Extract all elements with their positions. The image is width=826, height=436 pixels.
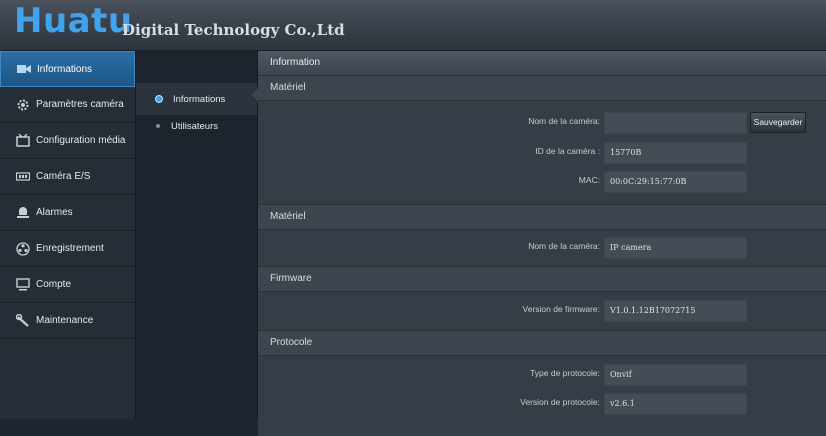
sidebar-item-label: Paramètres caméra [36, 99, 124, 110]
subnav-item-informations[interactable]: Informations [136, 83, 257, 115]
field-camera-name: Nom de la caméra: Sauvegarder [258, 112, 826, 134]
sidebar-item-label: Maintenance [36, 315, 94, 326]
subnav-item-users[interactable]: Utilisateurs [136, 115, 257, 137]
sidebar-item-alarms[interactable]: Alarmes [0, 195, 135, 231]
brand-logo: Huatu [14, 1, 133, 41]
field-mac: MAC: 00:0C:29:15:77:0B [258, 171, 826, 193]
sidebar-item-media-config[interactable]: Configuration média [0, 123, 135, 159]
section-protocol: Type de protocole: Onvif Version de prot… [258, 356, 826, 436]
protocol-type-value: Onvif [604, 364, 747, 386]
sidebar-item-label: Configuration média [36, 135, 126, 146]
section-title-protocol: Protocole [258, 331, 826, 356]
subnav-item-label: Utilisateurs [171, 120, 218, 132]
wrench-icon [16, 313, 30, 328]
camera-name-value: IP camera [604, 237, 747, 259]
io-port-icon [16, 170, 30, 184]
section-title-firmware: Firmware [258, 267, 826, 292]
field-camera-id: ID de la caméra : 15770B [258, 142, 826, 164]
record-icon [16, 241, 30, 256]
sidebar-item-label: Caméra E/S [36, 171, 91, 182]
section-title-hardware-2: Matériel [258, 205, 826, 230]
header: Huatu Digital Technology Co.,Ltd [0, 0, 826, 51]
section-title-hardware: Matériel [258, 76, 826, 101]
save-button[interactable]: Sauvegarder [750, 112, 806, 133]
page-title: Information [258, 51, 826, 76]
sidebar-item-label: Enregistrement [36, 243, 104, 254]
sidebar: Informations Paramètres caméra Configura… [0, 51, 136, 419]
bell-icon [16, 206, 30, 220]
sidebar-item-maintenance[interactable]: Maintenance [0, 303, 135, 339]
field-camera-name-2: Nom de la caméra: IP camera [258, 237, 826, 259]
brand-company-name: Digital Technology Co.,Ltd [122, 21, 345, 39]
bullet-icon [156, 124, 160, 128]
field-protocol-version: Version de protocole: v2.6.1 [258, 393, 826, 415]
camera-name-input[interactable] [604, 112, 747, 134]
section-firmware: Version de firmware: V1.0.1.12B17072715 [258, 292, 826, 331]
field-protocol-type: Type de protocole: Onvif [258, 364, 826, 386]
monitor-icon [16, 278, 30, 292]
field-label: ID de la caméra : [535, 146, 600, 156]
field-label: Nom de la caméra: [528, 116, 600, 126]
field-label: Version de firmware: [522, 304, 600, 314]
bullet-icon [155, 95, 163, 103]
sidebar-item-label: Alarmes [36, 207, 73, 218]
camera-id-value: 15770B [604, 142, 747, 164]
sidebar-item-informations[interactable]: Informations [0, 51, 135, 87]
sidebar-item-account[interactable]: Compte [0, 267, 135, 303]
section-hardware: Nom de la caméra: Sauvegarder ID de la c… [258, 101, 826, 205]
section-hardware-2: Nom de la caméra: IP camera [258, 230, 826, 267]
firmware-version-value: V1.0.1.12B17072715 [604, 300, 747, 322]
subnav-item-label: Informations [173, 93, 226, 105]
field-label: Version de protocole: [520, 397, 600, 407]
sidebar-item-label: Compte [36, 279, 72, 290]
field-label: Nom de la caméra: [528, 241, 600, 251]
sidebar-item-label: Informations [37, 63, 93, 75]
sidebar-item-recording[interactable]: Enregistrement [0, 231, 135, 267]
mac-value: 00:0C:29:15:77:0B [604, 171, 747, 193]
field-label: Type de protocole: [530, 368, 600, 378]
protocol-version-value: v2.6.1 [604, 393, 747, 415]
media-icon [16, 134, 30, 148]
gear-icon [16, 98, 30, 112]
field-label: MAC: [578, 175, 600, 185]
camera-info-icon [17, 62, 31, 76]
field-firmware-version: Version de firmware: V1.0.1.12B17072715 [258, 300, 826, 322]
main-panel: Information Matériel Nom de la caméra: S… [258, 51, 826, 436]
sidebar-item-camera-io[interactable]: Caméra E/S [0, 159, 135, 195]
sub-navigation: Informations Utilisateurs [136, 51, 259, 419]
sidebar-item-camera-settings[interactable]: Paramètres caméra [0, 87, 135, 123]
